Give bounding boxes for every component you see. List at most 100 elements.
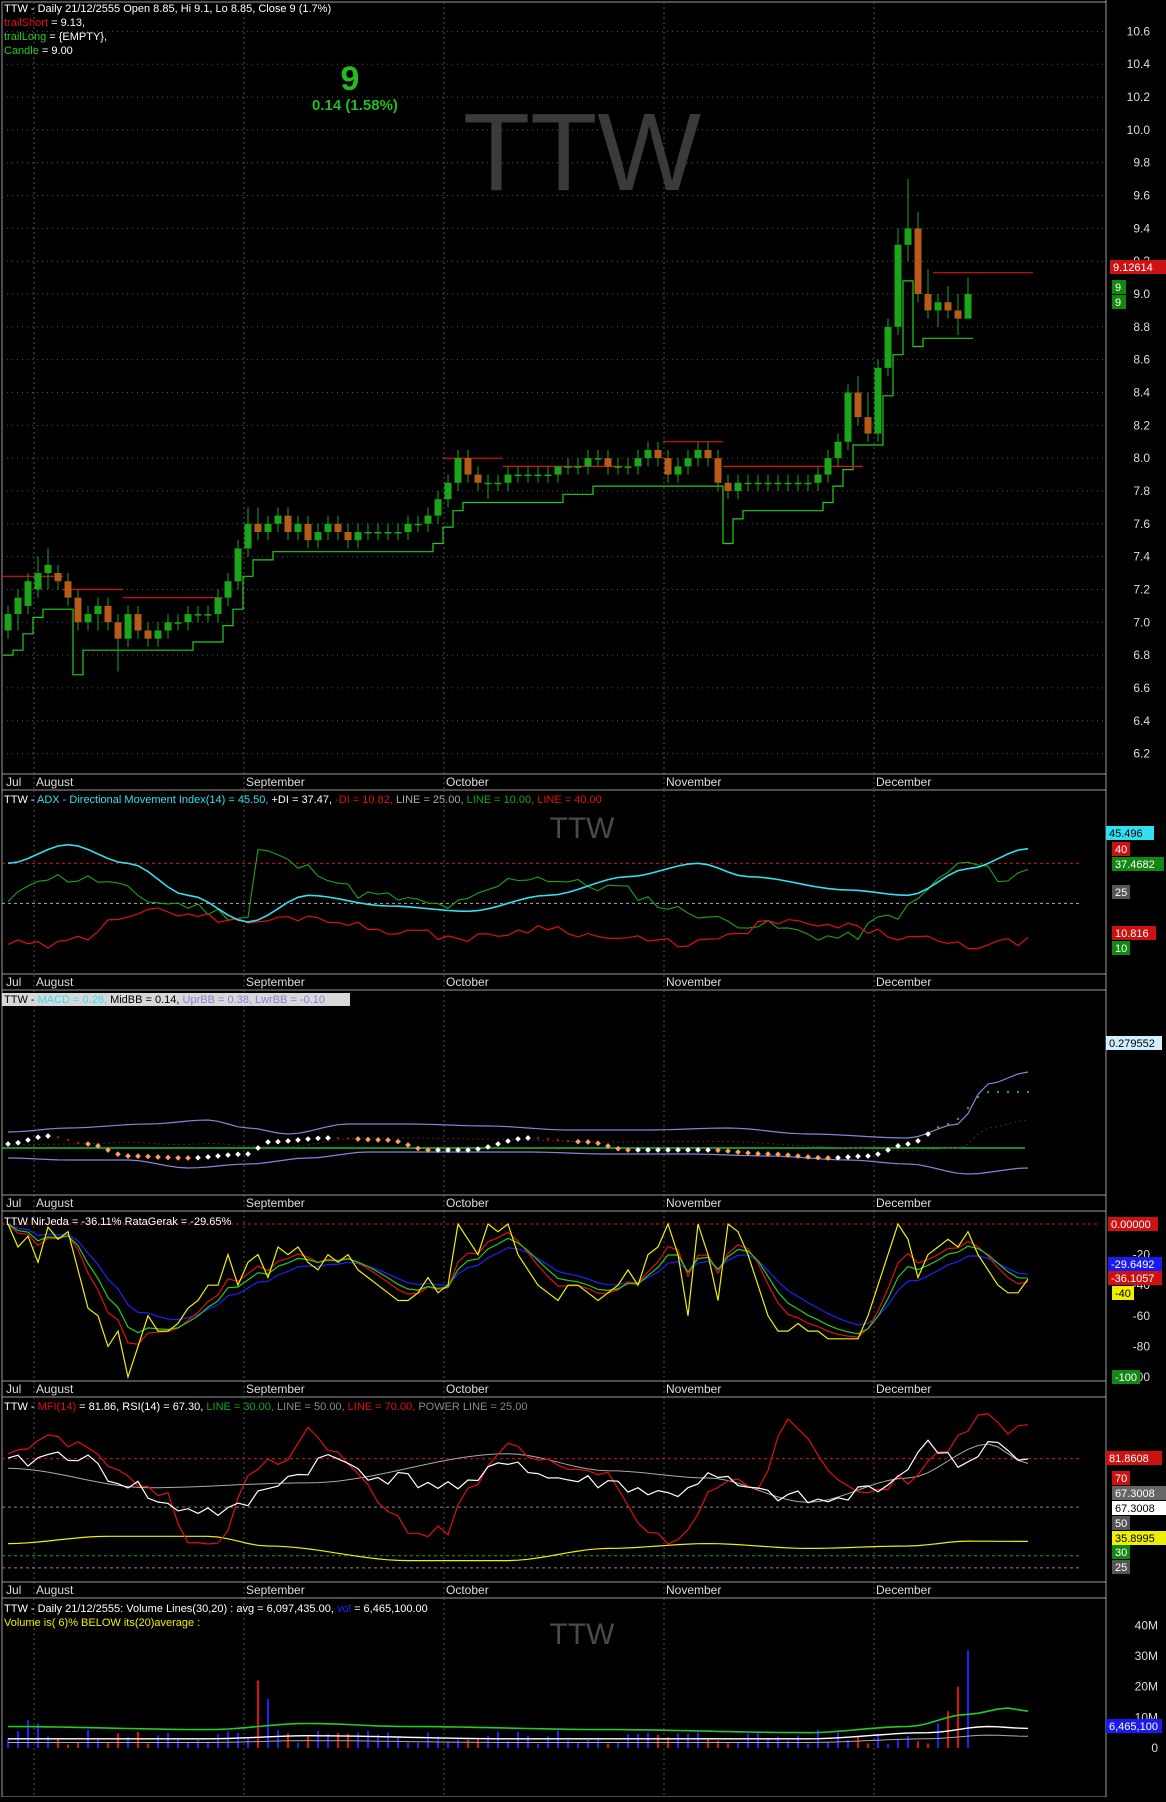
candle-body: [814, 474, 822, 483]
volume-tick-label: 40M: [1135, 1618, 1158, 1632]
plus-di-tag: 37.4682: [1115, 859, 1155, 871]
candle-body: [14, 597, 22, 615]
candle-body: [294, 523, 302, 533]
month-label-november: November: [666, 1382, 721, 1396]
header-part: RSI(14): [122, 1401, 160, 1413]
candle-body: [694, 449, 702, 459]
big-price-change: 0.14 (1.58%): [312, 97, 398, 114]
candle-body: [194, 614, 202, 616]
stoch-top-tag: 0.00000: [1111, 1219, 1151, 1231]
volume-header-line1: TTW - Daily 21/12/2555: Volume Lines(30,…: [4, 1603, 428, 1615]
candle-body: [764, 482, 772, 485]
header-part: = 67.30,: [160, 1401, 206, 1413]
month-label-jul: Jul: [6, 1196, 21, 1210]
candle-body: [534, 474, 542, 477]
mfi-level30-tag: 30: [1115, 1547, 1127, 1559]
candle-body: [624, 466, 632, 468]
candle-body: [134, 614, 142, 631]
candle-body: [794, 482, 802, 485]
header-part: = 9.13,: [48, 17, 85, 29]
candle-body: [804, 482, 812, 485]
price-tick-label: 8.6: [1133, 353, 1150, 367]
power-line-tag: 25: [1115, 1562, 1127, 1574]
stoch-tick-label: -80: [1133, 1339, 1151, 1353]
header-part: TTW: [4, 1216, 28, 1228]
candle-body: [114, 622, 122, 639]
candle-body: [604, 458, 612, 467]
volume-tick-label: 0: [1151, 1741, 1158, 1755]
candle-body: [644, 449, 652, 459]
month-label-november: November: [666, 775, 721, 789]
candle-body: [264, 523, 272, 533]
candle-body: [164, 622, 172, 631]
candle-body: [874, 367, 882, 434]
header-part: LINE = 25.00,: [396, 794, 467, 806]
candle-body: [724, 482, 732, 491]
month-label-august: August: [36, 775, 74, 789]
candle-body: [514, 474, 522, 477]
candle-body: [964, 294, 972, 319]
price-tick-label: 7.4: [1133, 550, 1150, 564]
macd-value-tag: 0.279552: [1109, 1038, 1155, 1050]
chart-canvas: Jul August September October November Decembe…: [0, 0, 1166, 1798]
ghost-symbol-volume: TTW: [550, 1618, 616, 1651]
month-label-november: November: [666, 975, 721, 989]
month-label-november: November: [666, 1196, 721, 1210]
mfi-level70-tag: 70: [1115, 1473, 1127, 1485]
adx-header: TTW - ADX - Directional Movement Index(1…: [4, 794, 602, 806]
candle-body: [584, 458, 592, 467]
price-header-traillong: trailLong = {EMPTY},: [4, 31, 107, 43]
candle-body: [494, 482, 502, 485]
last-price-tag-2: 9: [1115, 297, 1121, 309]
candle-body: [904, 228, 912, 245]
candle-body: [354, 532, 362, 541]
candle-body: [934, 302, 942, 311]
rsi-value-tag: 67.3008: [1115, 1503, 1155, 1515]
candle-body: [224, 581, 232, 598]
header-part: vol: [337, 1603, 351, 1615]
header-part: MFI(14): [38, 1401, 77, 1413]
candle-body: [924, 294, 932, 311]
price-tick-label: 7.6: [1133, 517, 1150, 531]
volume-tick-label: 20M: [1135, 1680, 1158, 1694]
month-label-october: October: [446, 1382, 489, 1396]
stoch-tick-label: -60: [1133, 1309, 1151, 1323]
candle-body: [704, 449, 712, 459]
month-label-december: December: [876, 775, 931, 789]
volume-header-line2: Volume is( 6)% BELOW its(20)average :: [4, 1617, 200, 1629]
candle-body: [124, 614, 132, 639]
header-part: LINE = 30.00,: [206, 1401, 277, 1413]
candle-body: [594, 458, 602, 460]
header-part: TTW -: [4, 1401, 38, 1413]
candle-body: [204, 614, 212, 616]
header-part: Candle: [4, 45, 39, 57]
header-part: LwrBB = -0.10: [255, 994, 325, 1006]
candle-body: [84, 614, 92, 623]
month-label-december: December: [876, 975, 931, 989]
candle-body: [894, 244, 902, 327]
candle-body: [274, 515, 282, 524]
candle-body: [234, 548, 242, 582]
candle-body: [24, 581, 32, 606]
price-tick-label: 8.0: [1133, 451, 1150, 465]
macd-header: TTW - MACD = 0.28, MidBB = 0.14, UprBB =…: [4, 994, 325, 1006]
candle-body: [564, 466, 572, 468]
header-part: LINE = 70.00,: [348, 1401, 419, 1413]
month-label-jul: Jul: [6, 975, 21, 989]
header-part: = {EMPTY},: [46, 31, 107, 43]
candle-body: [324, 523, 332, 533]
candle-body: [834, 441, 842, 459]
candle-body: [664, 458, 672, 475]
adx-value-tag: 45.496: [1109, 828, 1143, 840]
candle-body: [284, 515, 292, 533]
nirjeda-tag: -36.1057: [1111, 1273, 1154, 1285]
header-part: MACD = 0.28,: [38, 994, 110, 1006]
candle-body: [774, 482, 782, 485]
stock-chart[interactable]: Jul August September October November Decembe…: [0, 0, 1166, 1798]
adx-line40-tag: 40: [1115, 844, 1127, 856]
month-label-october: October: [446, 1196, 489, 1210]
candle-body: [944, 302, 952, 311]
candle-body: [214, 597, 222, 615]
header-part: ADX - Directional Movement Index(14) = 4…: [37, 794, 271, 806]
month-label-september: September: [246, 1196, 305, 1210]
